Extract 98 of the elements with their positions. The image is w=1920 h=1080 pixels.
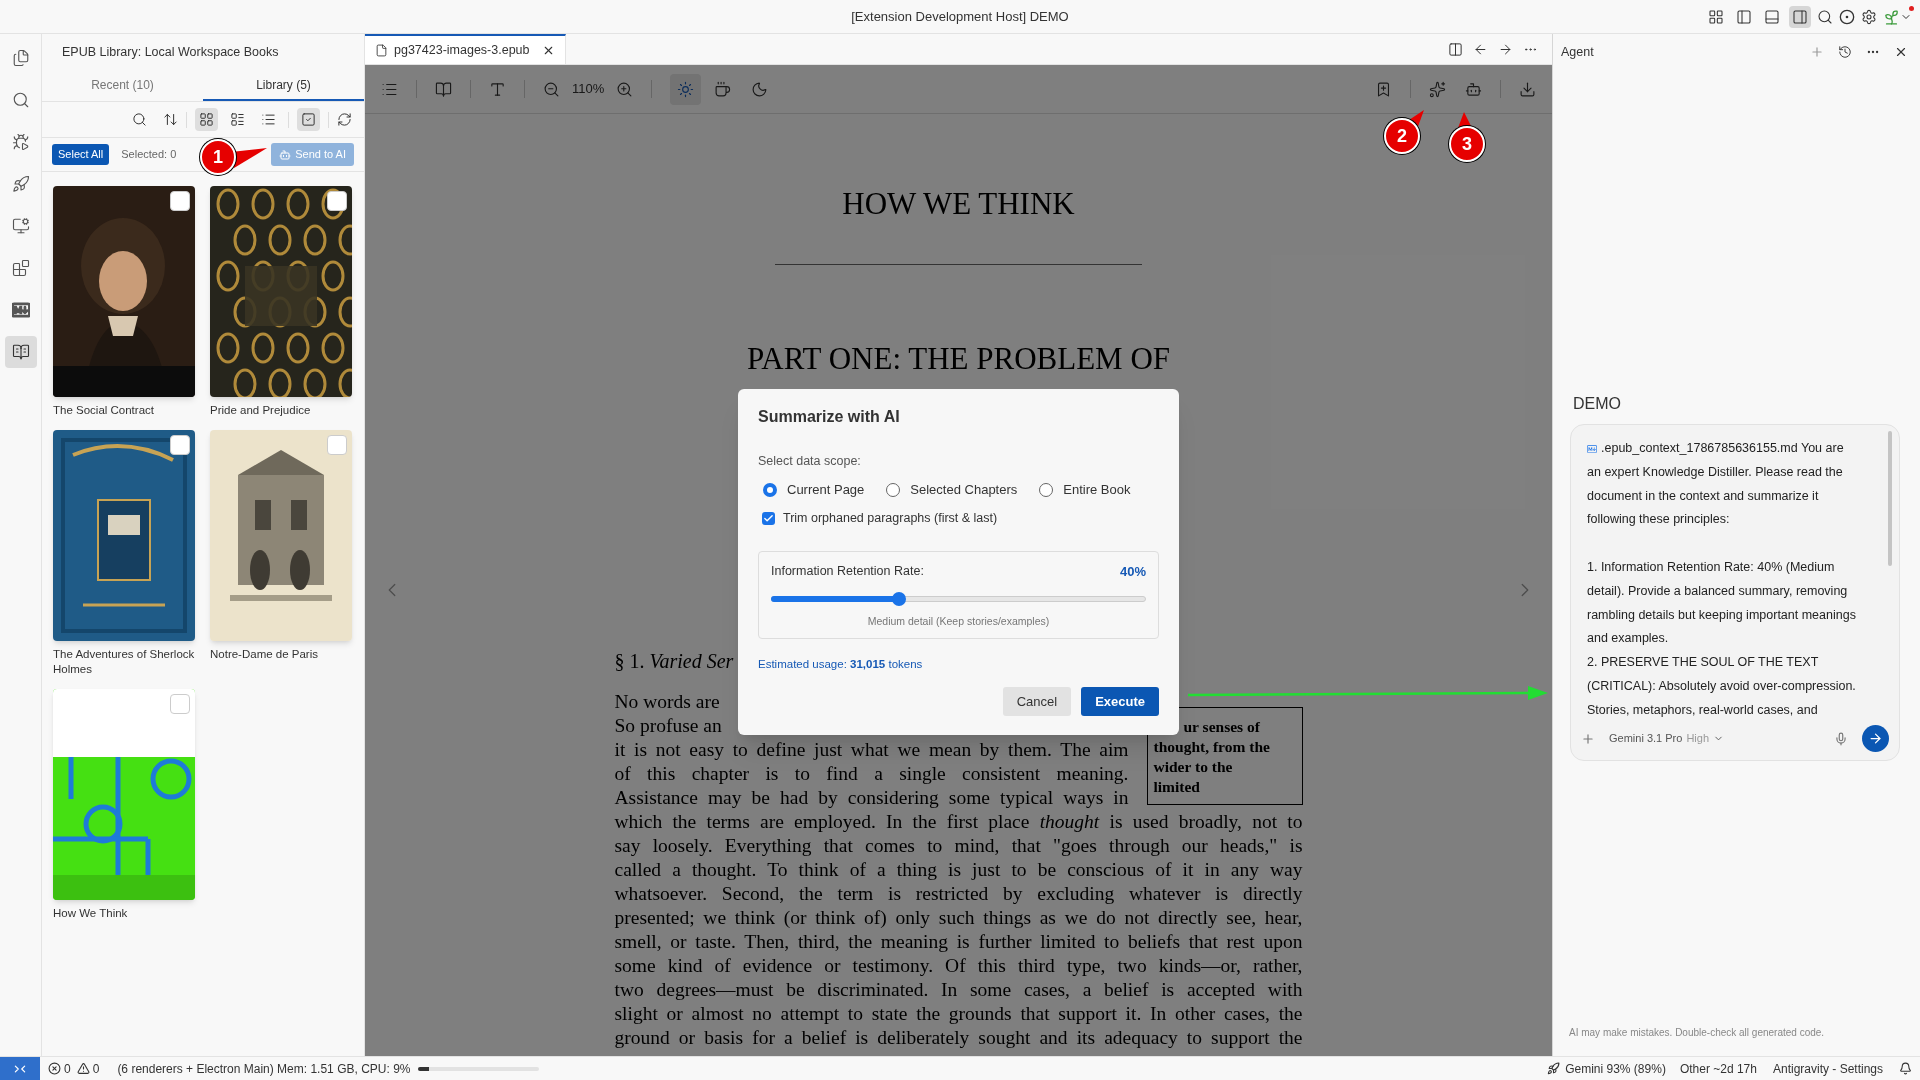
model-selector[interactable]: Gemini 3.1 Pro High — [1609, 730, 1724, 747]
robot-icon — [279, 148, 292, 161]
warning-count[interactable]: 0 — [92, 1059, 100, 1078]
book-icon[interactable] — [4, 336, 37, 368]
window-title: [Extension Development Host] DEMO — [851, 7, 1069, 26]
book-title-heading: HOW WE THINK — [841, 185, 1076, 223]
scope-label: Select data scope: — [758, 453, 862, 470]
search-icon[interactable] — [132, 112, 147, 127]
editor-tab[interactable]: pg37423-images-3.epub — [365, 34, 566, 64]
body-text-line: smell, or taste. Then, third, the meaning is further limited to beliefs that rest upon — [614, 930, 1303, 954]
file-icon — [375, 43, 388, 57]
retention-slider[interactable] — [771, 591, 1146, 606]
body-text-line: presented; we think (or think of) only such things as we do not directly see, hear, — [614, 906, 1303, 930]
retention-value: 40% — [1119, 563, 1146, 581]
conversation-title: DEMO — [1573, 394, 1622, 414]
body-text-line: called a thought. To think of a thing is just to be conscious of it in any way — [614, 858, 1303, 882]
select-all-button[interactable]: Select All — [52, 144, 110, 165]
book-title[interactable]: Pride and Prejudice — [210, 403, 352, 418]
other-status[interactable]: Other ~2d 17h — [1679, 1059, 1757, 1078]
book-checkbox[interactable] — [170, 191, 190, 211]
body-text-line: it is not easy to define just what we mean by them. The aim — [614, 738, 1129, 762]
body-text-line: whatsoever. Second, the term is restricted by excluding whatever is directly — [614, 882, 1303, 906]
zoom-level: 110% — [572, 80, 605, 99]
search-icon[interactable] — [1817, 9, 1833, 25]
zoom-out-icon[interactable] — [543, 80, 560, 98]
sidebar-title: EPUB Library: Local Workspace Books — [62, 43, 279, 61]
remote-button[interactable] — [0, 1057, 40, 1080]
close-icon[interactable] — [1894, 45, 1908, 59]
quota-status[interactable]: Gemini 93% (89%) — [1565, 1059, 1666, 1078]
body-text-line: ground or basis for a belief is deliberately sought and its adequacy to support the — [614, 1026, 1303, 1050]
circle-dot-icon[interactable] — [1839, 9, 1855, 25]
book-checkbox[interactable] — [327, 435, 347, 455]
body-text-line: which the terms are employed. In the first place thought is used broadly, not to — [614, 810, 1303, 834]
history-icon[interactable] — [1838, 45, 1852, 59]
split-editor-icon[interactable] — [1448, 41, 1463, 57]
sun-icon[interactable] — [670, 73, 702, 105]
panel-title: Agent — [1561, 43, 1594, 61]
notifications-icon[interactable] — [1899, 1062, 1912, 1075]
send-button[interactable] — [1862, 725, 1889, 752]
select-mode-toggle[interactable] — [297, 108, 320, 131]
disclaimer-text: AI may make mistakes. Double-check all generated code. — [1569, 1026, 1826, 1040]
cancel-button[interactable]: Cancel — [1002, 687, 1072, 717]
error-icon[interactable] — [48, 1062, 61, 1075]
arrow-right-icon — [1868, 731, 1883, 746]
warning-icon[interactable] — [76, 1062, 90, 1075]
section-heading: § 1. Varied Ser — [614, 649, 734, 674]
part-heading: PART ONE: THE PROBLEM OF — [745, 340, 1171, 378]
rocket-icon[interactable] — [1547, 1062, 1561, 1075]
font-icon[interactable] — [489, 80, 506, 98]
scope-radio[interactable]: Current Page — [763, 479, 865, 500]
sprout-icon[interactable] — [1883, 8, 1900, 26]
body-text-line: of this chapter is to find a single consistent meaning. — [614, 762, 1129, 786]
body-text-line: some kind of evidence or testimony. Of this third type, two kinds—or, rather, — [614, 954, 1303, 978]
book-checkbox[interactable] — [170, 694, 190, 714]
forward-icon[interactable] — [1498, 41, 1513, 57]
download-icon[interactable] — [1519, 80, 1536, 98]
robot-icon[interactable] — [1465, 80, 1482, 98]
refresh-icon[interactable] — [337, 112, 352, 127]
zoom-in-icon[interactable] — [616, 80, 634, 98]
panel-right-icon[interactable] — [1789, 6, 1811, 28]
bookmark-plus-icon[interactable] — [1375, 80, 1392, 98]
sidebar-tab[interactable]: Library (5) — [203, 70, 364, 101]
scope-radio[interactable]: Entire Book — [1039, 479, 1131, 500]
microphone-icon[interactable] — [1834, 731, 1848, 746]
book-title[interactable]: How We Think — [53, 906, 195, 921]
settings-status[interactable]: Antigravity - Settings — [1772, 1059, 1883, 1078]
book-title[interactable]: The Adventures of Sherlock Holmes — [53, 647, 195, 677]
scope-radio[interactable]: Selected Chapters — [886, 479, 1018, 500]
context-file-chip[interactable]: .epub_context_1786785636155.md — [1587, 441, 1801, 455]
book-checkbox[interactable] — [170, 435, 190, 455]
checkbox-icon — [301, 112, 316, 127]
book-title[interactable]: The Social Contract — [53, 403, 195, 418]
markdown-icon — [1587, 443, 1597, 454]
prompt-text[interactable]: .epub_context_1786785636155.md You are an expert Knowledge Distiller. Please read the document in the context and summarize it following these principles: 1. Information Retention Rate: 40% (Medium detail). Provide a balanced summary, removing rambling details but keeping important meanings and examples. 2. PRESERVE THE SOUL OF THE TEXT (CRITICAL): Absolutely avoid over-compression. Stories, metaphors, real-world cases, and — [1587, 437, 1879, 721]
body-text-line: So profuse an — [614, 714, 722, 738]
grid-view-icon[interactable] — [195, 108, 218, 131]
usage-estimate: Estimated usage: 31,015 tokens — [758, 657, 924, 672]
body-text-line: say loosely. Everything that comes to mind, that "goes through our heads," is — [614, 834, 1303, 858]
scrollbar-thumb[interactable] — [1888, 431, 1892, 566]
process-stats[interactable]: (6 renderers + Electron Main) Mem: 1.51 GB, CPU: 9% — [117, 1059, 411, 1078]
body-text-line: two degrees—must be discriminated. In some cases, a belief is accepted with — [614, 978, 1303, 1002]
body-text-line: No words are — [614, 690, 720, 714]
book-checkbox[interactable] — [327, 191, 347, 211]
back-icon[interactable] — [1473, 41, 1488, 57]
sidebar-tab[interactable]: Recent (10) — [42, 70, 203, 101]
body-text-line: slight or almost no attempt to state the grounds that support it. In other cases, the — [614, 1002, 1303, 1026]
retention-label: Information Retention Rate: — [771, 563, 924, 581]
trim-checkbox[interactable]: Trim orphaned paragraphs (first & last) — [758, 509, 1159, 528]
book-title[interactable]: Notre-Dame de Paris — [210, 647, 352, 662]
execute-button[interactable]: Execute — [1081, 687, 1159, 717]
sparkles-icon[interactable] — [1429, 80, 1446, 98]
sort-icon[interactable] — [163, 112, 178, 127]
error-count[interactable]: 0 — [64, 1059, 71, 1078]
body-text-line: Assistance may be had by considering some typical ways in — [614, 786, 1129, 810]
dialog-title: Summarize with AI — [758, 407, 901, 427]
selected-count: Selected: 0 — [121, 147, 177, 163]
retention-caption: Medium detail (Keep stories/examples) — [866, 613, 1051, 629]
settings-icon[interactable] — [1861, 9, 1877, 25]
